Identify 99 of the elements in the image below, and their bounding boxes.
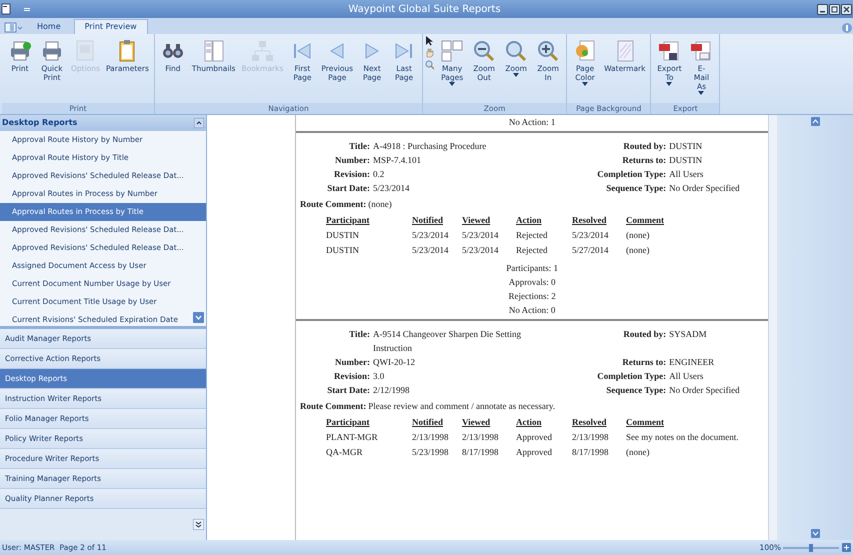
table-cell-text: (none) <box>626 229 650 242</box>
column-header: Comment <box>626 214 665 227</box>
field-value: ENGINEER <box>669 356 716 369</box>
table-cell-text: DUSTIN <box>326 244 360 257</box>
field-value: QWI-20-12 <box>373 356 416 369</box>
maximize-icon[interactable] <box>829 4 840 14</box>
table-cell-text: Approved <box>516 431 553 444</box>
panel-header: Desktop Reports <box>2 117 78 129</box>
field-label: Number: <box>334 154 370 167</box>
field-value: No Order Specified <box>669 182 741 195</box>
table-cell-text: 5/23/1998 <box>412 446 450 459</box>
magnifier-icon[interactable] <box>425 60 434 70</box>
field-value: DUSTIN <box>669 154 704 167</box>
app-icon[interactable] <box>0 3 12 15</box>
field-label: Revision: <box>333 168 370 181</box>
table-cell-text: 2/13/1998 <box>462 431 500 444</box>
table-cell-text: 8/17/1998 <box>572 446 610 459</box>
column-header: Action <box>516 214 542 227</box>
column-header: Resolved <box>572 416 608 429</box>
table-cell-text: 2/13/1998 <box>572 431 610 444</box>
field-label: Returns to: <box>621 356 666 369</box>
summary-line: No Action: 1 <box>508 116 556 129</box>
zoom-in-icon[interactable] <box>842 543 851 552</box>
table-cell-text: Rejected <box>516 229 548 242</box>
field-value: DUSTIN <box>669 140 704 153</box>
table-cell-text: 5/23/2014 <box>462 229 500 242</box>
column-header: Comment <box>626 416 665 429</box>
field-value: A-9514 Changeover Sharpen Die Setting Instruction <box>373 328 522 355</box>
field-label: Number: <box>334 356 370 369</box>
table-cell-text: 5/23/2014 <box>412 229 450 242</box>
field-value: 0.2 <box>373 168 386 181</box>
table-cell-text: 5/23/2014 <box>462 244 500 257</box>
field-label: Completion Type: <box>596 370 666 383</box>
many-pages-icon <box>439 38 466 64</box>
column-header: Viewed <box>462 416 492 429</box>
table-cell-text: 5/23/2014 <box>572 229 610 242</box>
slider-thumb[interactable] <box>809 544 813 552</box>
field-value: A-4918 : Purchasing Procedure <box>373 140 488 153</box>
ribbon-tab[interactable]: Home <box>26 19 72 34</box>
table-cell-text: PLANT-MGR <box>326 431 379 444</box>
field-value: Please review and comment / annotate as necessary. <box>368 400 556 413</box>
field-label: Sequence Type: <box>605 384 666 397</box>
minimize-icon[interactable] <box>817 4 828 14</box>
window-title: Waypoint Global Suite Reports <box>347 2 502 16</box>
scroll-down-icon[interactable] <box>193 312 204 323</box>
table-cell-text: 8/17/1998 <box>462 446 500 459</box>
table-cell-text: DUSTIN <box>326 229 360 242</box>
field-label: Returns to: <box>621 154 666 167</box>
field-label: Route Comment: <box>300 400 366 413</box>
table-cell-text: 2/13/1998 <box>412 431 450 444</box>
field-label: Routed by: <box>622 140 666 153</box>
summary-line: Participants: 1 <box>506 262 558 275</box>
pointer-icon[interactable] <box>425 36 434 46</box>
close-icon[interactable] <box>841 4 852 14</box>
chevron-down-icon[interactable] <box>193 519 204 530</box>
field-value: MSP-7.4.101 <box>373 154 422 167</box>
summary-line: Approvals: 0 <box>508 276 556 289</box>
field-value: 2/12/1998 <box>373 384 411 397</box>
collapse-icon[interactable] <box>194 118 204 128</box>
field-label: Sequence Type: <box>605 182 666 195</box>
table-cell-text: (none) <box>626 244 650 257</box>
field-value: SYSADM <box>669 328 708 341</box>
field-label: Start Date: <box>326 384 370 397</box>
hierarchy-icon <box>249 38 276 64</box>
column-header: Resolved <box>572 214 608 227</box>
field-value: 5/23/2014 <box>373 182 411 195</box>
table-cell-text: (none) <box>626 446 650 459</box>
field-value: No Order Specified <box>669 384 741 397</box>
field-value: All Users <box>669 370 704 383</box>
column-header: Notified <box>412 214 444 227</box>
summary-line: No Action: 0 <box>508 304 556 317</box>
scroll-down-icon[interactable] <box>810 529 820 538</box>
ribbon-tab[interactable]: Print Preview <box>74 19 148 34</box>
field-label: Routed by: <box>622 328 666 341</box>
column-header: Viewed <box>462 214 492 227</box>
field-label: Title: <box>348 328 370 341</box>
field-label: Title: <box>348 140 370 153</box>
table-cell-text: Approved <box>516 446 553 459</box>
table-cell-text: QA-MGR <box>326 446 364 459</box>
summary-line: Rejections: 2 <box>508 290 556 303</box>
table-cell-text: 5/23/2014 <box>412 244 450 257</box>
field-value: (none) <box>368 198 392 211</box>
field-value: All Users <box>669 168 704 181</box>
field-value: 3.0 <box>373 370 386 383</box>
column-header: Participant <box>326 214 370 227</box>
field-label: Revision: <box>333 370 370 383</box>
column-header: Notified <box>412 416 444 429</box>
field-label: Start Date: <box>326 182 370 195</box>
column-header: Action <box>516 416 542 429</box>
scroll-up-icon[interactable] <box>810 117 820 126</box>
table-cell-text: See my notes on the document. <box>626 431 740 444</box>
column-header: Participant <box>326 416 370 429</box>
scrollbar[interactable] <box>768 115 778 540</box>
field-label: Completion Type: <box>596 168 666 181</box>
app-menu-icon[interactable] <box>2 21 24 34</box>
table-cell-text: Rejected <box>516 244 548 257</box>
field-label: Route Comment: <box>300 198 366 211</box>
help-icon[interactable] <box>841 22 853 34</box>
table-cell-text: 5/27/2014 <box>572 244 610 257</box>
